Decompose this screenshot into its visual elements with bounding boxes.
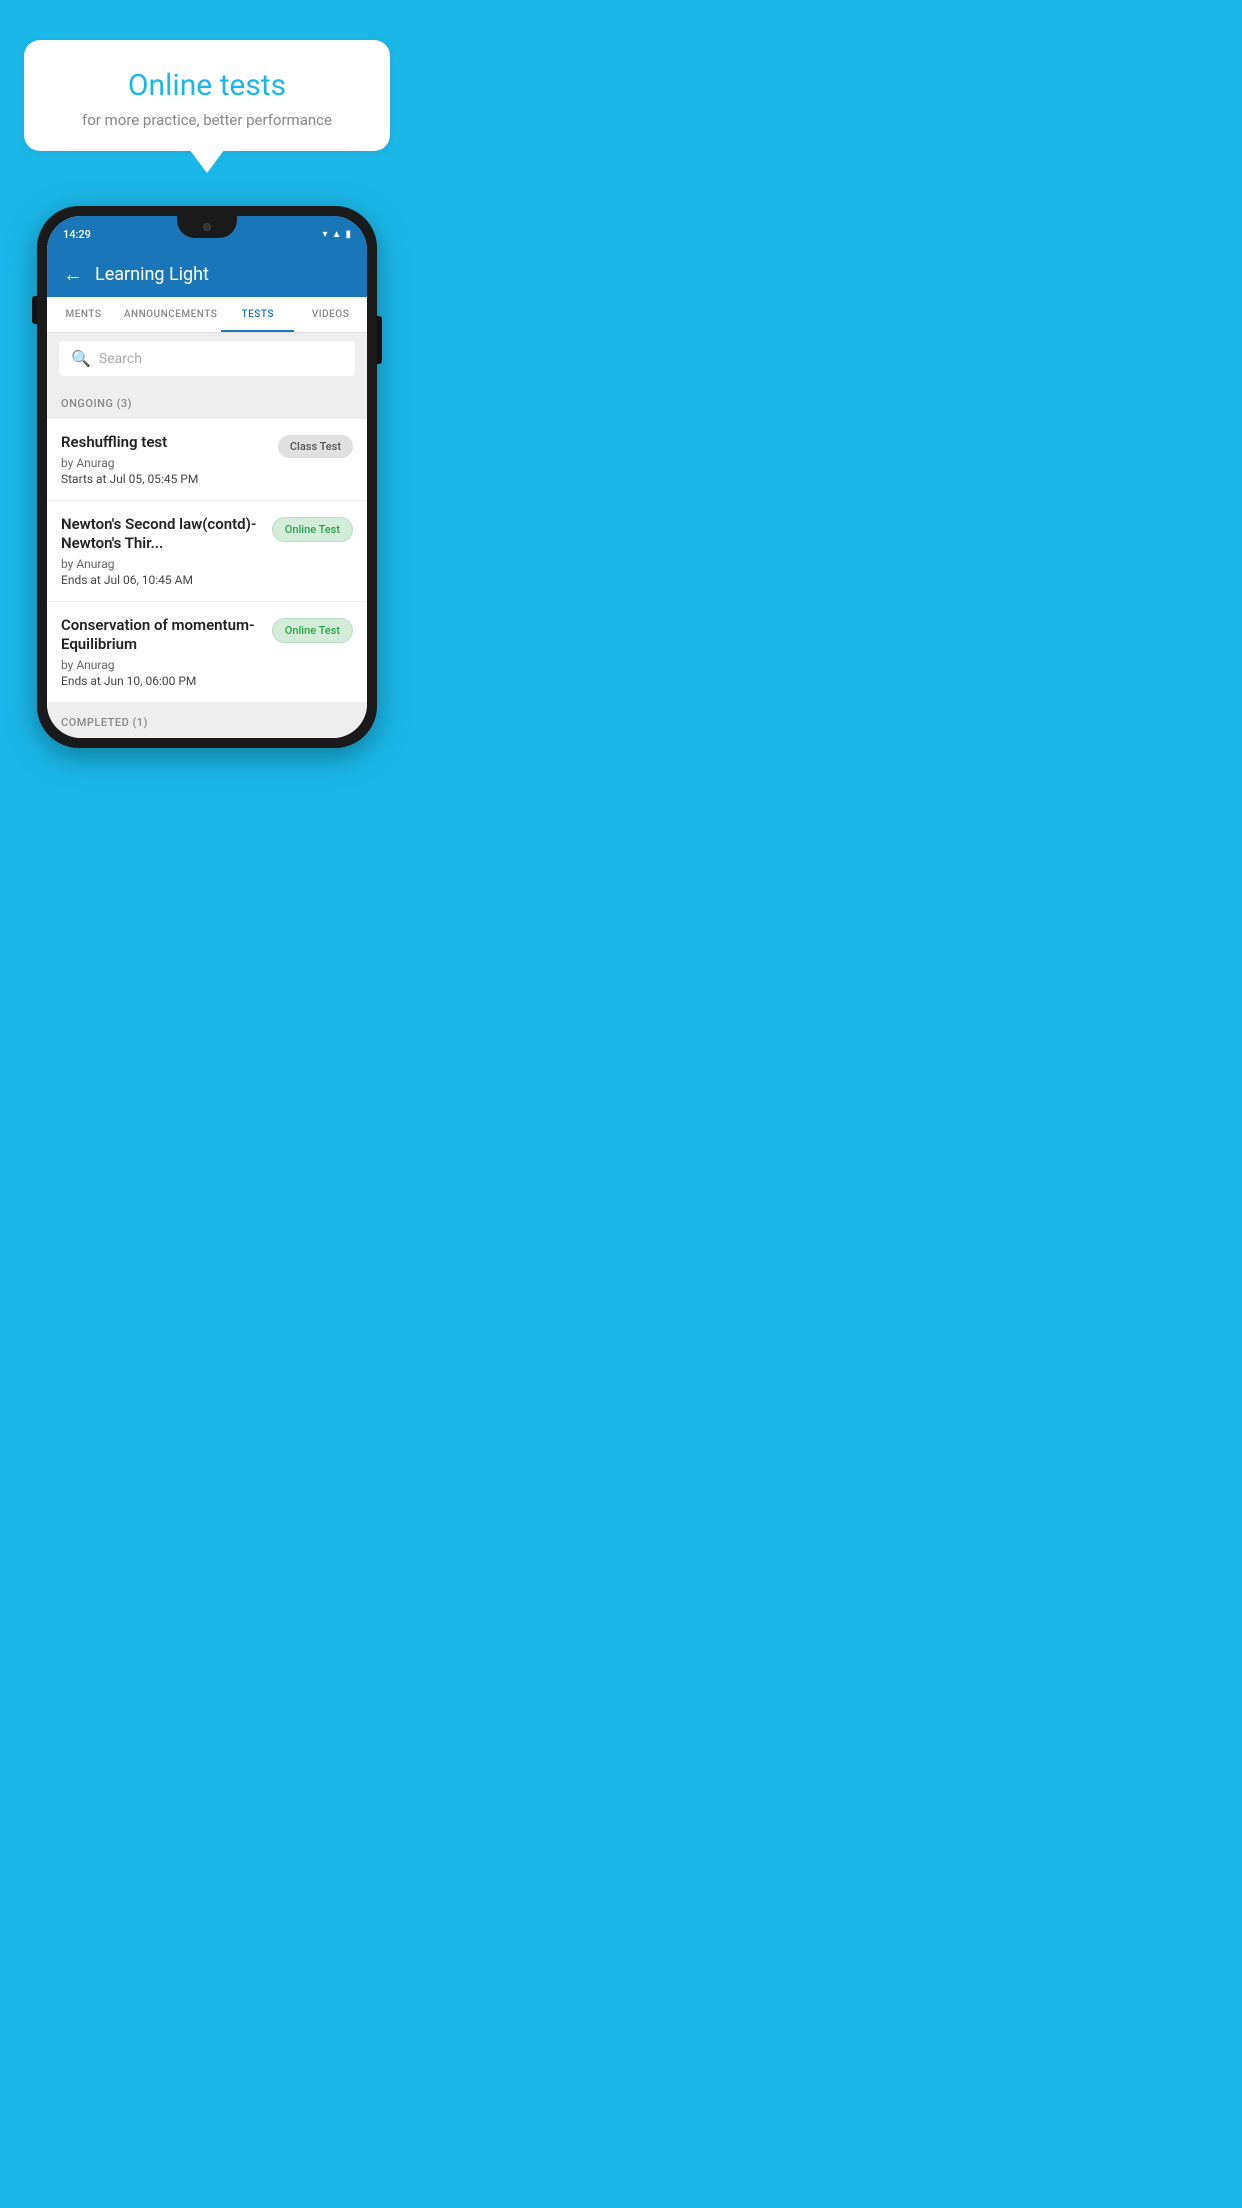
- test-name: Reshuffling test: [61, 433, 268, 453]
- speech-bubble: Online tests for more practice, better p…: [24, 40, 390, 151]
- tab-ments[interactable]: MENTS: [47, 297, 120, 332]
- test-badge: Online Test: [272, 517, 353, 542]
- test-info: Reshuffling test by Anurag Starts at Jul…: [61, 433, 268, 486]
- test-author: by Anurag: [61, 557, 262, 571]
- test-info: Conservation of momentum-Equilibrium by …: [61, 616, 262, 688]
- test-time: Ends at Jun 10, 06:00 PM: [61, 674, 262, 688]
- ongoing-label: ONGOING (3): [61, 397, 132, 410]
- test-time: Starts at Jul 05, 05:45 PM: [61, 472, 268, 486]
- test-name: Newton's Second law(contd)-Newton's Thir…: [61, 515, 262, 554]
- completed-section-header: COMPLETED (1): [47, 703, 367, 738]
- phone-container: 14:29 ▾ ▲ ▮ ← Learning Light MENTS: [37, 206, 377, 748]
- test-time: Ends at Jul 06, 10:45 AM: [61, 573, 262, 587]
- tab-videos[interactable]: VIDEOS: [294, 297, 367, 332]
- test-item[interactable]: Conservation of momentum-Equilibrium by …: [47, 602, 367, 703]
- completed-label: COMPLETED (1): [61, 716, 148, 729]
- wifi-icon: ▾: [323, 229, 328, 240]
- phone-screen: 14:29 ▾ ▲ ▮ ← Learning Light MENTS: [47, 216, 367, 738]
- test-author: by Anurag: [61, 658, 262, 672]
- search-icon: 🔍: [71, 349, 91, 368]
- back-button[interactable]: ←: [63, 262, 83, 287]
- bubble-subtitle: for more practice, better performance: [54, 111, 360, 129]
- notch: [177, 216, 237, 238]
- test-item[interactable]: Reshuffling test by Anurag Starts at Jul…: [47, 419, 367, 501]
- test-badge: Online Test: [272, 618, 353, 643]
- tabs-bar: MENTS ANNOUNCEMENTS TESTS VIDEOS: [47, 297, 367, 333]
- camera: [203, 223, 211, 231]
- ongoing-section-header: ONGOING (3): [47, 384, 367, 419]
- phone-outer: 14:29 ▾ ▲ ▮ ← Learning Light MENTS: [37, 206, 377, 748]
- search-box[interactable]: 🔍 Search: [59, 341, 355, 376]
- test-name: Conservation of momentum-Equilibrium: [61, 616, 262, 655]
- status-bar: 14:29 ▾ ▲ ▮: [47, 216, 367, 252]
- speech-bubble-area: Online tests for more practice, better p…: [0, 0, 414, 151]
- search-placeholder: Search: [99, 351, 142, 367]
- test-author: by Anurag: [61, 456, 268, 470]
- test-info: Newton's Second law(contd)-Newton's Thir…: [61, 515, 262, 587]
- test-list: Reshuffling test by Anurag Starts at Jul…: [47, 419, 367, 703]
- tab-announcements[interactable]: ANNOUNCEMENTS: [120, 297, 221, 332]
- app-title: Learning Light: [95, 264, 209, 285]
- battery-icon: ▮: [345, 229, 351, 240]
- status-time: 14:29: [63, 228, 91, 241]
- status-icons: ▾ ▲ ▮: [323, 229, 351, 240]
- signal-icon: ▲: [332, 229, 342, 240]
- test-badge: Class Test: [278, 435, 353, 458]
- search-area: 🔍 Search: [47, 333, 367, 384]
- test-item[interactable]: Newton's Second law(contd)-Newton's Thir…: [47, 501, 367, 602]
- app-header: ← Learning Light: [47, 252, 367, 297]
- bubble-title: Online tests: [54, 68, 360, 103]
- tab-tests[interactable]: TESTS: [221, 297, 294, 332]
